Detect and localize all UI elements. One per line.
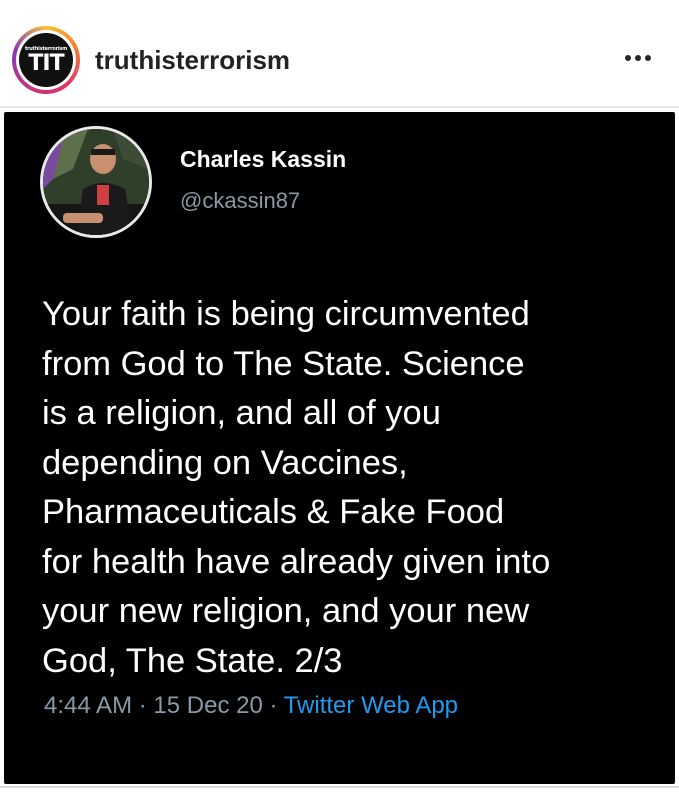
author-photo-icon	[43, 129, 149, 235]
more-options-button[interactable]	[618, 38, 658, 78]
tweet-author-handle: @ckassin87	[180, 188, 301, 213]
bottom-divider	[0, 786, 679, 788]
instagram-post-header: truthisterrorism TIT truthisterrorism	[0, 0, 679, 108]
tweet-source-app: Twitter Web App	[283, 692, 459, 719]
tweet-text-line: is a religion, and all of you	[42, 394, 441, 432]
tweet-text-line: Your faith is being circumvented	[42, 295, 530, 333]
tweet-screenshot: Charles Kassin @ckassin87 Your faith is …	[4, 112, 675, 784]
avatar-ring-gap: truthisterrorism TIT	[16, 30, 76, 90]
tweet-metadata: 4:44 AM · 15 Dec 20 · Twitter Web App	[44, 692, 458, 720]
tweet-text-line: your new religion, and your new	[42, 592, 530, 630]
tweet-text-line: for health have already given into	[42, 542, 551, 581]
tweet-text-line: Pharmaceuticals & Fake Food	[42, 493, 505, 531]
tweet-body: Your faith is being circumvented from Go…	[42, 290, 662, 686]
avatar-logo-text: TIT	[28, 51, 64, 76]
profile-avatar[interactable]: truthisterrorism TIT	[12, 26, 80, 94]
more-dots-icon	[625, 55, 651, 61]
meta-separator: ·	[269, 692, 278, 719]
tweet-date: 15 Dec 20	[153, 692, 263, 719]
avatar-logo: truthisterrorism TIT	[19, 33, 73, 87]
header-divider	[0, 106, 679, 108]
meta-separator: ·	[138, 692, 147, 719]
tweet-text-line: depending on Vaccines,	[42, 443, 408, 482]
tweet-author-avatar	[40, 126, 152, 238]
tweet-text-line: from God to The State. Science	[42, 344, 525, 383]
tweet-text-line: God, The State. 2/3	[42, 641, 343, 680]
post-username[interactable]: truthisterrorism	[95, 45, 290, 76]
tweet-author-name: Charles Kassin	[180, 146, 347, 172]
tweet-time: 4:44 AM	[44, 692, 133, 719]
